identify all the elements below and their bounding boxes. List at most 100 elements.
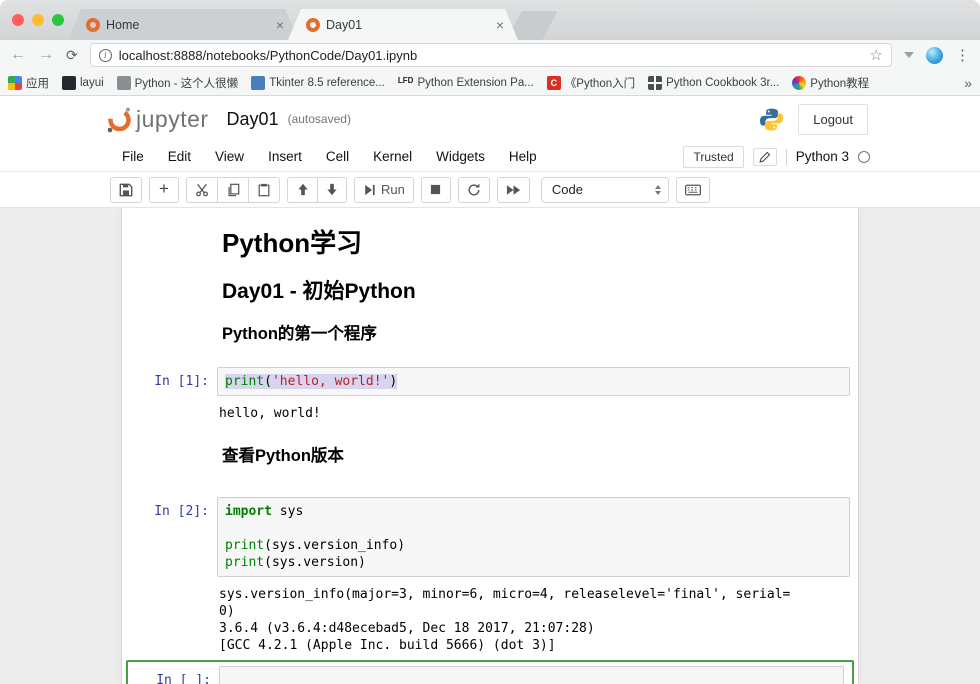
browser-navbar: ← → ⟳ i localhost:8888/notebooks/PythonC…: [0, 40, 980, 70]
bookmark-python-blog[interactable]: Python - 这个人很懒: [117, 75, 239, 91]
bookmark-python-tutorial[interactable]: Python教程: [792, 75, 869, 91]
menu-file[interactable]: File: [110, 149, 156, 164]
bookmark-label: 《Python入门: [565, 75, 635, 91]
browser-menu-icon[interactable]: ⋮: [955, 46, 970, 64]
forward-icon[interactable]: →: [38, 47, 54, 63]
bookmark-tkinter-reference[interactable]: Tkinter 8.5 reference...: [251, 76, 385, 90]
kernel-idle-indicator-icon: [858, 151, 870, 163]
cell-type-select[interactable]: Code: [541, 177, 669, 203]
restart-run-all-button[interactable]: [497, 177, 530, 203]
code-input[interactable]: import sys print(sys.version_info)print(…: [217, 497, 850, 577]
back-icon[interactable]: ←: [10, 47, 26, 63]
markdown-cell-first-program[interactable]: Python的第一个程序: [122, 304, 858, 344]
url-text[interactable]: localhost:8888/notebooks/PythonCode/Day0…: [119, 48, 863, 63]
scissors-icon: [195, 183, 209, 197]
arrow-up-icon: [297, 183, 309, 196]
notebook-background: Python学习 Day01 - 初始Python Python的第一个程序 I…: [0, 208, 980, 684]
notebook-title[interactable]: Day01: [227, 109, 279, 130]
code-cell-2[interactable]: In [2]: import sys print(sys.version_inf…: [122, 497, 858, 577]
trusted-button[interactable]: Trusted: [683, 146, 743, 168]
logout-button[interactable]: Logout: [798, 104, 868, 135]
tab-day01[interactable]: Day01 ×: [288, 9, 518, 40]
tab-close-icon[interactable]: ×: [274, 18, 286, 32]
bookmark-star-icon[interactable]: ☆: [870, 46, 883, 64]
markdown-cell-check-version[interactable]: 查看Python版本: [122, 422, 858, 466]
jupyter-logo-text[interactable]: jupyter: [136, 106, 209, 133]
clipboard-icon: [257, 183, 271, 197]
code-cell-1[interactable]: In [1]: print('hello, world!'): [122, 367, 858, 396]
menu-cell[interactable]: Cell: [314, 149, 361, 164]
grid-favicon-icon: [648, 76, 662, 90]
window-zoom-button[interactable]: [52, 14, 64, 26]
code-input[interactable]: [219, 666, 844, 684]
code-cell-3-selected[interactable]: In [ ]:: [126, 660, 854, 684]
notebook-heading-2: Day01 - 初始Python: [222, 280, 844, 304]
keyboard-icon: [685, 184, 701, 196]
jupyter-logo-icon[interactable]: [106, 105, 133, 133]
tab-list: Home × Day01 ×: [68, 9, 550, 40]
arrow-down-icon: [326, 183, 338, 196]
menu-view[interactable]: View: [203, 149, 256, 164]
bookmark-apps[interactable]: 应用: [8, 75, 49, 91]
cell-type-value: Code: [552, 182, 583, 197]
markdown-cell-day01[interactable]: Day01 - 初始Python: [122, 264, 858, 304]
command-palette-button[interactable]: [676, 177, 710, 203]
window-controls: [12, 14, 64, 26]
reload-icon[interactable]: ⟳: [66, 47, 78, 64]
save-button[interactable]: [110, 177, 142, 203]
markdown-cell-title[interactable]: Python学习: [122, 218, 858, 264]
move-cell-up-button[interactable]: [287, 177, 317, 203]
address-bar[interactable]: i localhost:8888/notebooks/PythonCode/Da…: [90, 43, 892, 67]
bookmarks-overflow-icon[interactable]: »: [964, 75, 972, 91]
output-prompt-spacer: [127, 405, 217, 422]
cell-output-row: sys.version_info(major=3, minor=6, micro…: [122, 577, 858, 654]
menu-insert[interactable]: Insert: [256, 149, 314, 164]
dropdown-arrow-icon[interactable]: [904, 52, 914, 63]
notebook-heading-3: 查看Python版本: [222, 447, 844, 466]
cell-output: sys.version_info(major=3, minor=6, micro…: [217, 586, 850, 654]
output-prompt-spacer: [127, 586, 217, 654]
restart-kernel-button[interactable]: [458, 177, 490, 203]
copy-cell-button[interactable]: [217, 177, 248, 203]
run-cell-button[interactable]: Run: [354, 177, 414, 203]
code-input[interactable]: print('hello, world!'): [217, 367, 850, 396]
interrupt-kernel-button[interactable]: [421, 177, 451, 203]
browser-window: Home × Day01 × ← → ⟳ i localhost:8888/no…: [0, 0, 980, 684]
move-cell-down-button[interactable]: [317, 177, 347, 203]
feather-favicon-icon: [251, 76, 265, 90]
bookmark-python-cookbook[interactable]: Python Cookbook 3r...: [648, 76, 779, 90]
menu-widgets[interactable]: Widgets: [424, 149, 497, 164]
tab-close-icon[interactable]: ×: [494, 18, 506, 32]
tab-home[interactable]: Home ×: [68, 9, 298, 40]
layui-favicon-icon: [62, 76, 76, 90]
autosave-status: (autosaved): [288, 112, 351, 126]
paste-cell-button[interactable]: [248, 177, 280, 203]
bookmark-label: Python Cookbook 3r...: [666, 77, 779, 89]
bookmark-label: Python Extension Pa...: [417, 77, 533, 89]
divider: [786, 149, 787, 165]
bookmark-python-extension-packages[interactable]: LFD Python Extension Pa...: [398, 76, 534, 90]
cell-output: hello, world!: [217, 405, 850, 422]
window-close-button[interactable]: [12, 14, 24, 26]
restart-icon: [467, 183, 481, 197]
menu-kernel[interactable]: Kernel: [361, 149, 424, 164]
bookmark-python-intro[interactable]: C 《Python入门: [547, 75, 635, 91]
cut-cell-button[interactable]: [186, 177, 217, 203]
c-favicon-icon: C: [547, 76, 561, 90]
window-minimize-button[interactable]: [32, 14, 44, 26]
bookmark-layui[interactable]: layui: [62, 76, 104, 90]
jupyter-header: jupyter Day01 (autosaved) Logout: [0, 96, 980, 142]
notebook-heading-1: Python学习: [222, 228, 844, 258]
extension-globe-icon[interactable]: [926, 47, 943, 64]
input-prompt: In [1]:: [127, 367, 217, 396]
copy-icon: [226, 183, 240, 197]
kernel-name: Python 3: [796, 149, 849, 164]
menu-help[interactable]: Help: [497, 149, 549, 164]
bookmark-label: Python教程: [810, 75, 869, 91]
run-label: Run: [381, 182, 405, 197]
profile-favicon-icon: [117, 76, 131, 90]
menu-edit[interactable]: Edit: [156, 149, 203, 164]
input-prompt: In [ ]:: [129, 666, 219, 684]
page-info-icon[interactable]: i: [99, 49, 112, 62]
add-cell-button[interactable]: +: [149, 177, 179, 203]
